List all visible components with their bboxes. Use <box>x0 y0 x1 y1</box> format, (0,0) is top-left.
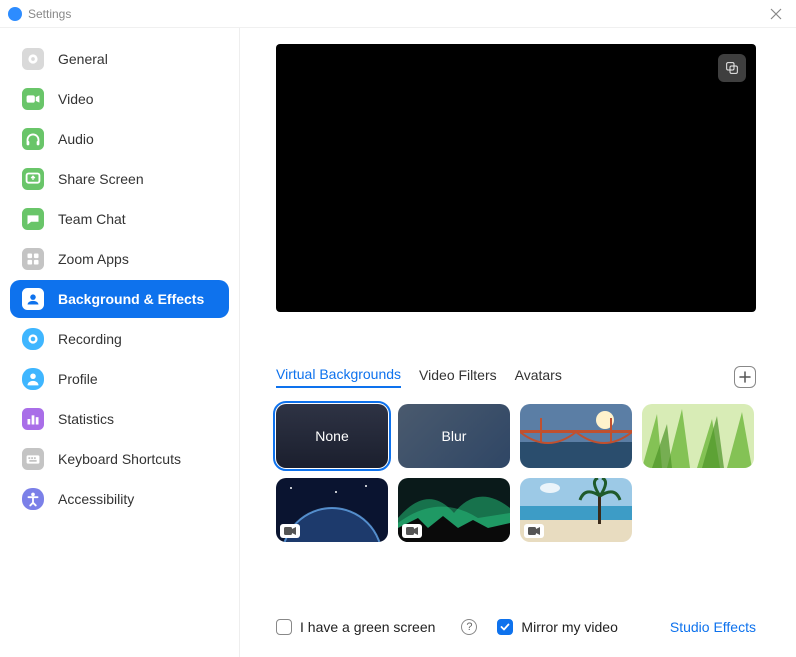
sidebar-item-accessibility[interactable]: Accessibility <box>10 480 229 518</box>
sidebar-item-label: Audio <box>58 131 94 147</box>
sidebar-item-recording[interactable]: Recording <box>10 320 229 358</box>
profile-icon <box>22 368 44 390</box>
sidebar-item-label: Accessibility <box>58 491 134 507</box>
settings-sidebar: General Video Audio Share Screen Team Ch… <box>0 28 240 657</box>
checkbox-box <box>497 619 513 635</box>
sidebar-item-share-screen[interactable]: Share Screen <box>10 160 229 198</box>
video-badge-icon <box>402 524 422 538</box>
chat-icon <box>22 208 44 230</box>
tab-avatars[interactable]: Avatars <box>515 367 562 387</box>
sidebar-item-audio[interactable]: Audio <box>10 120 229 158</box>
sidebar-item-label: Background & Effects <box>58 291 204 307</box>
sidebar-item-label: Video <box>58 91 94 107</box>
background-none[interactable]: None <box>276 404 388 468</box>
recording-icon <box>22 328 44 350</box>
sidebar-item-background-effects[interactable]: Background & Effects <box>10 280 229 318</box>
sidebar-item-statistics[interactable]: Statistics <box>10 400 229 438</box>
gear-icon <box>22 48 44 70</box>
app-icon <box>8 7 22 21</box>
keyboard-icon <box>22 448 44 470</box>
thumb-label: Blur <box>442 428 467 444</box>
sidebar-item-profile[interactable]: Profile <box>10 360 229 398</box>
video-preview-wrap <box>276 44 756 312</box>
sidebar-item-label: Recording <box>58 331 122 347</box>
window-title: Settings <box>28 7 71 21</box>
content-area: Virtual Backgrounds Video Filters Avatar… <box>240 28 796 657</box>
background-grass[interactable] <box>642 404 754 468</box>
video-badge-icon <box>524 524 544 538</box>
sidebar-item-label: Profile <box>58 371 98 387</box>
sidebar-item-label: General <box>58 51 108 67</box>
background-aurora[interactable] <box>398 478 510 542</box>
effects-tabs: Virtual Backgrounds Video Filters Avatar… <box>276 366 756 388</box>
tab-virtual-backgrounds[interactable]: Virtual Backgrounds <box>276 366 401 388</box>
sidebar-item-label: Zoom Apps <box>58 251 129 267</box>
sidebar-item-general[interactable]: General <box>10 40 229 78</box>
checkbox-label: I have a green screen <box>300 619 435 635</box>
sidebar-item-video[interactable]: Video <box>10 80 229 118</box>
sidebar-item-team-chat[interactable]: Team Chat <box>10 200 229 238</box>
share-screen-icon <box>22 168 44 190</box>
video-preview <box>276 44 756 312</box>
sidebar-item-zoom-apps[interactable]: Zoom Apps <box>10 240 229 278</box>
bottom-options: I have a green screen ? Mirror my video … <box>276 619 756 641</box>
video-badge-icon <box>280 524 300 538</box>
close-button[interactable] <box>764 2 788 26</box>
background-thumbnails: None Blur <box>276 404 766 542</box>
headphones-icon <box>22 128 44 150</box>
sidebar-item-keyboard-shortcuts[interactable]: Keyboard Shortcuts <box>10 440 229 478</box>
tab-video-filters[interactable]: Video Filters <box>419 367 497 387</box>
rotate-button[interactable] <box>718 54 746 82</box>
sidebar-item-label: Team Chat <box>58 211 126 227</box>
background-earth[interactable] <box>276 478 388 542</box>
background-icon <box>22 288 44 310</box>
titlebar: Settings <box>0 0 796 28</box>
checkbox-box <box>276 619 292 635</box>
accessibility-icon <box>22 488 44 510</box>
help-icon[interactable]: ? <box>461 619 477 635</box>
add-background-button[interactable] <box>734 366 756 388</box>
background-bridge[interactable] <box>520 404 632 468</box>
background-blur[interactable]: Blur <box>398 404 510 468</box>
statistics-icon <box>22 408 44 430</box>
thumb-label: None <box>315 428 348 444</box>
studio-effects-link[interactable]: Studio Effects <box>670 619 756 635</box>
green-screen-checkbox[interactable]: I have a green screen <box>276 619 435 635</box>
sidebar-item-label: Statistics <box>58 411 114 427</box>
sidebar-item-label: Share Screen <box>58 171 144 187</box>
video-icon <box>22 88 44 110</box>
sidebar-item-label: Keyboard Shortcuts <box>58 451 181 467</box>
apps-icon <box>22 248 44 270</box>
checkbox-label: Mirror my video <box>521 619 617 635</box>
mirror-video-checkbox[interactable]: Mirror my video <box>497 619 617 635</box>
background-beach[interactable] <box>520 478 632 542</box>
